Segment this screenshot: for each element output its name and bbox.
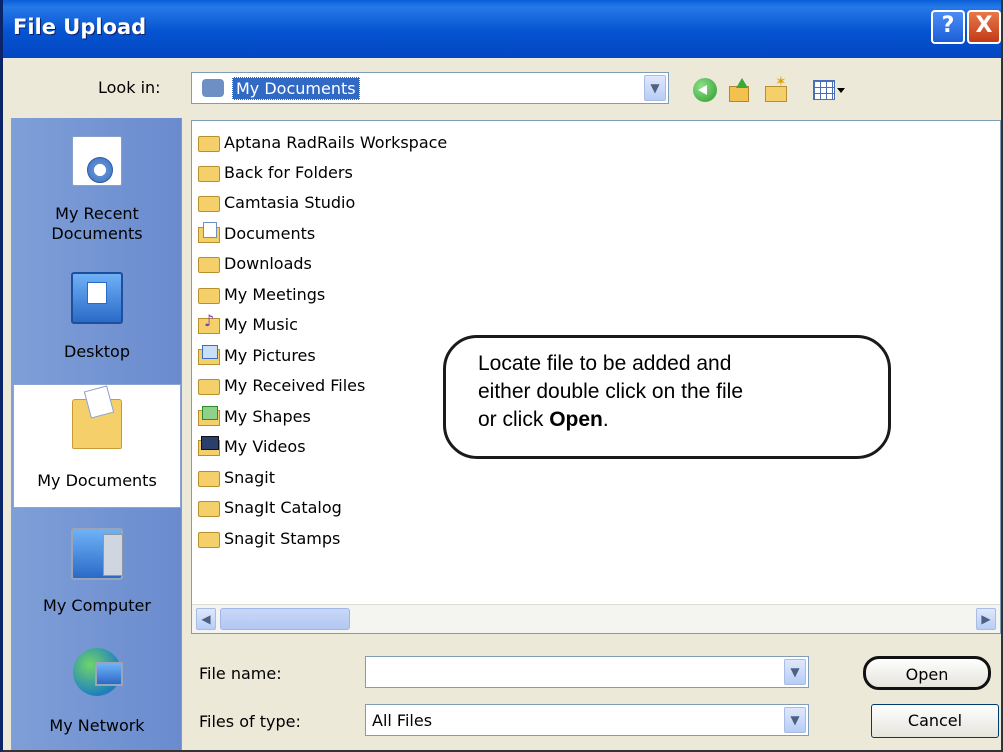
file-name: Aptana RadRails Workspace <box>224 133 448 152</box>
folder-icon <box>198 287 220 304</box>
file-name-input[interactable]: ▼ <box>365 656 809 688</box>
chevron-down-icon[interactable]: ▼ <box>784 707 806 733</box>
file-upload-dialog: File Upload ? X Look in: My Documents ▼ … <box>0 0 1003 752</box>
folder-icon <box>198 165 220 182</box>
file-name: My Shapes <box>224 407 311 426</box>
look-in-label: Look in: <box>98 78 161 97</box>
shapes-folder-icon <box>198 405 220 426</box>
place-my-computer[interactable]: My Computer <box>13 528 181 615</box>
title-bar: File Upload ? X <box>3 0 1001 58</box>
chevron-down-icon[interactable]: ▼ <box>784 659 806 685</box>
file-name: My Music <box>224 315 298 334</box>
place-my-recent-documents[interactable]: My Recent Documents <box>13 136 181 244</box>
file-name: Snagit Stamps <box>224 529 341 548</box>
list-item[interactable]: My Shapes <box>198 405 311 435</box>
dialog-title: File Upload <box>13 15 147 39</box>
place-desktop[interactable]: Desktop <box>13 272 181 361</box>
place-label: My Documents <box>37 471 157 490</box>
folder-icon <box>198 378 220 395</box>
file-name: Camtasia Studio <box>224 193 356 212</box>
pictures-folder-icon <box>198 344 220 365</box>
my-documents-icon <box>72 399 122 449</box>
list-item[interactable]: SnagIt Catalog <box>198 498 342 526</box>
file-name: My Videos <box>224 437 306 456</box>
list-item[interactable]: Aptana RadRails Workspace <box>198 133 447 161</box>
videos-folder-icon <box>198 435 220 456</box>
horizontal-scrollbar[interactable]: ◀ ▶ <box>192 604 1000 633</box>
callout-text: Locate file to be added and either doubl… <box>478 350 743 434</box>
callout-line-3: or click Open. <box>478 406 743 434</box>
scrollbar-thumb[interactable] <box>220 608 350 630</box>
callout-line-1: Locate file to be added and <box>478 352 732 375</box>
place-label: My Recent Documents <box>51 204 143 243</box>
music-folder-icon <box>198 311 220 334</box>
folder-icon <box>198 256 220 273</box>
folder-icon <box>198 531 220 548</box>
file-name: Documents <box>224 224 316 243</box>
my-network-icon <box>73 648 123 696</box>
look-in-value: My Documents <box>232 77 360 100</box>
look-in-dropdown[interactable]: My Documents ▼ <box>191 72 669 104</box>
back-arrow-icon[interactable] <box>693 78 717 102</box>
callout-open-word: Open <box>549 408 603 431</box>
list-item[interactable]: Camtasia Studio <box>198 193 355 221</box>
list-item[interactable]: Snagit Stamps <box>198 529 340 557</box>
file-name: Downloads <box>224 254 312 273</box>
up-folder-icon[interactable] <box>727 78 751 102</box>
file-type-dropdown[interactable]: All Files ▼ <box>365 704 809 736</box>
instruction-callout: Locate file to be added and either doubl… <box>443 335 891 459</box>
list-item[interactable]: My Received Files <box>198 376 365 404</box>
recent-documents-icon <box>72 136 122 186</box>
view-menu-icon[interactable] <box>813 80 835 100</box>
place-my-documents[interactable]: My Documents <box>13 384 181 508</box>
new-folder-icon[interactable] <box>763 74 787 102</box>
folder-icon <box>198 470 220 487</box>
callout-line-3-suffix: . <box>602 408 609 431</box>
file-name: Snagit <box>224 468 275 487</box>
places-bar: My Recent Documents Desktop My Documents… <box>11 118 182 750</box>
list-item[interactable]: My Music <box>198 311 298 343</box>
folder-icon <box>198 500 220 517</box>
scroll-left-icon[interactable]: ◀ <box>196 608 216 630</box>
desktop-icon <box>71 272 123 324</box>
place-label: My Network <box>49 716 145 735</box>
view-menu-arrow-icon[interactable] <box>837 88 845 93</box>
folder-icon <box>198 195 220 212</box>
list-item[interactable]: Snagit <box>198 468 275 496</box>
my-computer-icon <box>71 528 123 580</box>
callout-line-2: either double click on the file <box>478 380 743 403</box>
file-type-value: All Files <box>372 711 433 730</box>
list-item[interactable]: My Meetings <box>198 285 325 313</box>
close-button[interactable]: X <box>967 10 1001 44</box>
cancel-button[interactable]: Cancel <box>871 704 999 738</box>
list-item[interactable]: Back for Folders <box>198 163 353 191</box>
file-name-label: File name: <box>199 664 282 683</box>
chevron-down-icon[interactable]: ▼ <box>644 75 666 101</box>
open-button[interactable]: Open <box>863 656 991 690</box>
file-type-label: Files of type: <box>199 712 301 731</box>
place-my-network[interactable]: My Network <box>13 648 181 735</box>
list-item[interactable]: My Pictures <box>198 344 316 374</box>
folder-icon <box>202 79 224 97</box>
file-name: My Received Files <box>224 376 366 395</box>
help-button[interactable]: ? <box>931 10 965 44</box>
list-item[interactable]: Documents <box>198 221 316 252</box>
file-name: My Pictures <box>224 346 316 365</box>
place-label: Desktop <box>64 342 130 361</box>
file-name: Back for Folders <box>224 163 353 182</box>
scroll-right-icon[interactable]: ▶ <box>976 608 996 630</box>
documents-folder-icon <box>198 221 220 243</box>
list-item[interactable]: My Videos <box>198 435 306 465</box>
folder-icon <box>198 135 220 152</box>
file-name: My Meetings <box>224 285 326 304</box>
file-name: SnagIt Catalog <box>224 498 342 517</box>
callout-line-3-prefix: or click <box>478 408 550 431</box>
place-label: My Computer <box>43 596 151 615</box>
list-item[interactable]: Downloads <box>198 254 312 282</box>
